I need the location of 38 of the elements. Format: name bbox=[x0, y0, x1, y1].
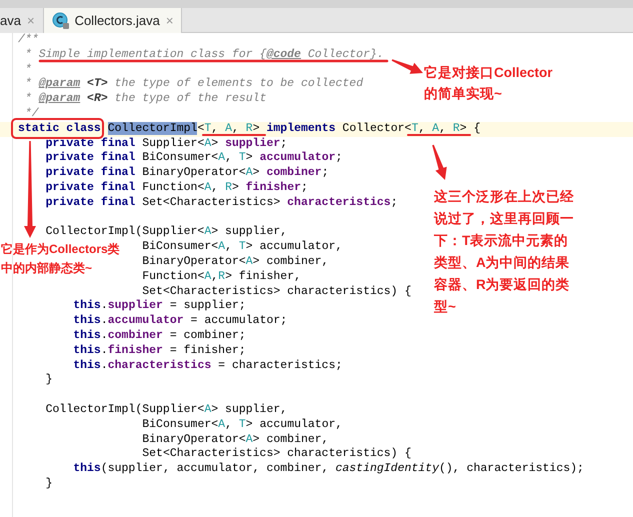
code-line: Set<Characteristics> characteristics) { bbox=[142, 447, 412, 460]
code-line: Function<A,R> finisher, bbox=[142, 270, 301, 283]
code-line: this.characteristics = characteristics; bbox=[73, 358, 342, 372]
code-line: this.combiner = combiner; bbox=[73, 328, 246, 342]
code-line: private final Supplier<A> supplier; bbox=[46, 136, 288, 150]
code-line: this.supplier = supplier; bbox=[73, 299, 246, 312]
file-tab[interactable]: Collectors.java × bbox=[44, 8, 182, 33]
code-line: BinaryOperator<A> combiner, bbox=[142, 254, 329, 268]
file-tab[interactable]: ava × bbox=[0, 8, 44, 33]
code-line: /** bbox=[18, 33, 39, 46]
code-line: private final BinaryOperator<A> combiner; bbox=[46, 166, 329, 180]
code-line: } bbox=[46, 476, 53, 490]
code-line: static class CollectorImpl<T, A, R> implements Collector<T, A, R> { bbox=[18, 122, 480, 135]
annotation-note: 它是作为Collectors类 中的内部静态类~ bbox=[1, 241, 120, 277]
annotation-arrow bbox=[392, 59, 423, 74]
code-line: */ bbox=[24, 106, 39, 120]
code-line: Set<Characteristics> characteristics) { bbox=[142, 284, 412, 298]
code-line: CollectorImpl(Supplier<A> supplier, bbox=[46, 402, 288, 416]
code-line: * Simple implementation class for {@code Collector}. bbox=[24, 48, 384, 61]
code-line: } bbox=[46, 373, 53, 386]
annotation-underline bbox=[202, 134, 266, 136]
code-line: * @param <R> the type of the result bbox=[24, 92, 266, 106]
code-line: this.accumulator = accumulator; bbox=[73, 314, 288, 328]
annotation-underline bbox=[407, 134, 471, 136]
code-line: * @param <T> the type of elements to be collected bbox=[24, 77, 364, 90]
annotation-note: 这三个泛形在上次已经 说过了，这里再回顾一 下：T表示流中元素的 类型、A为中间的结果 容器、R为要返回的类 型~ bbox=[434, 188, 574, 316]
code-line: this.finisher = finisher; bbox=[73, 344, 246, 357]
code-line: this(supplier, accumulator, combiner, castingIdentity(), characteristics); bbox=[73, 462, 584, 476]
code-line: CollectorImpl(Supplier<A> supplier, bbox=[46, 225, 288, 238]
code-line: BinaryOperator<A> combiner, bbox=[142, 432, 329, 446]
code-line: private final Function<A, R> finisher; bbox=[46, 180, 308, 194]
annotation-arrow bbox=[432, 144, 447, 180]
code-line: private final Set<Characteristics> characteristics; bbox=[46, 196, 398, 209]
code-line: BiConsumer<A, T> accumulator, bbox=[142, 240, 342, 254]
annotation-note: 它是对接口Collector 的简单实现~ bbox=[424, 64, 553, 103]
code-line: private final BiConsumer<A, T> accumulator; bbox=[46, 151, 342, 164]
code-line: BiConsumer<A, T> accumulator, bbox=[142, 418, 342, 431]
code-line: * bbox=[24, 62, 32, 76]
